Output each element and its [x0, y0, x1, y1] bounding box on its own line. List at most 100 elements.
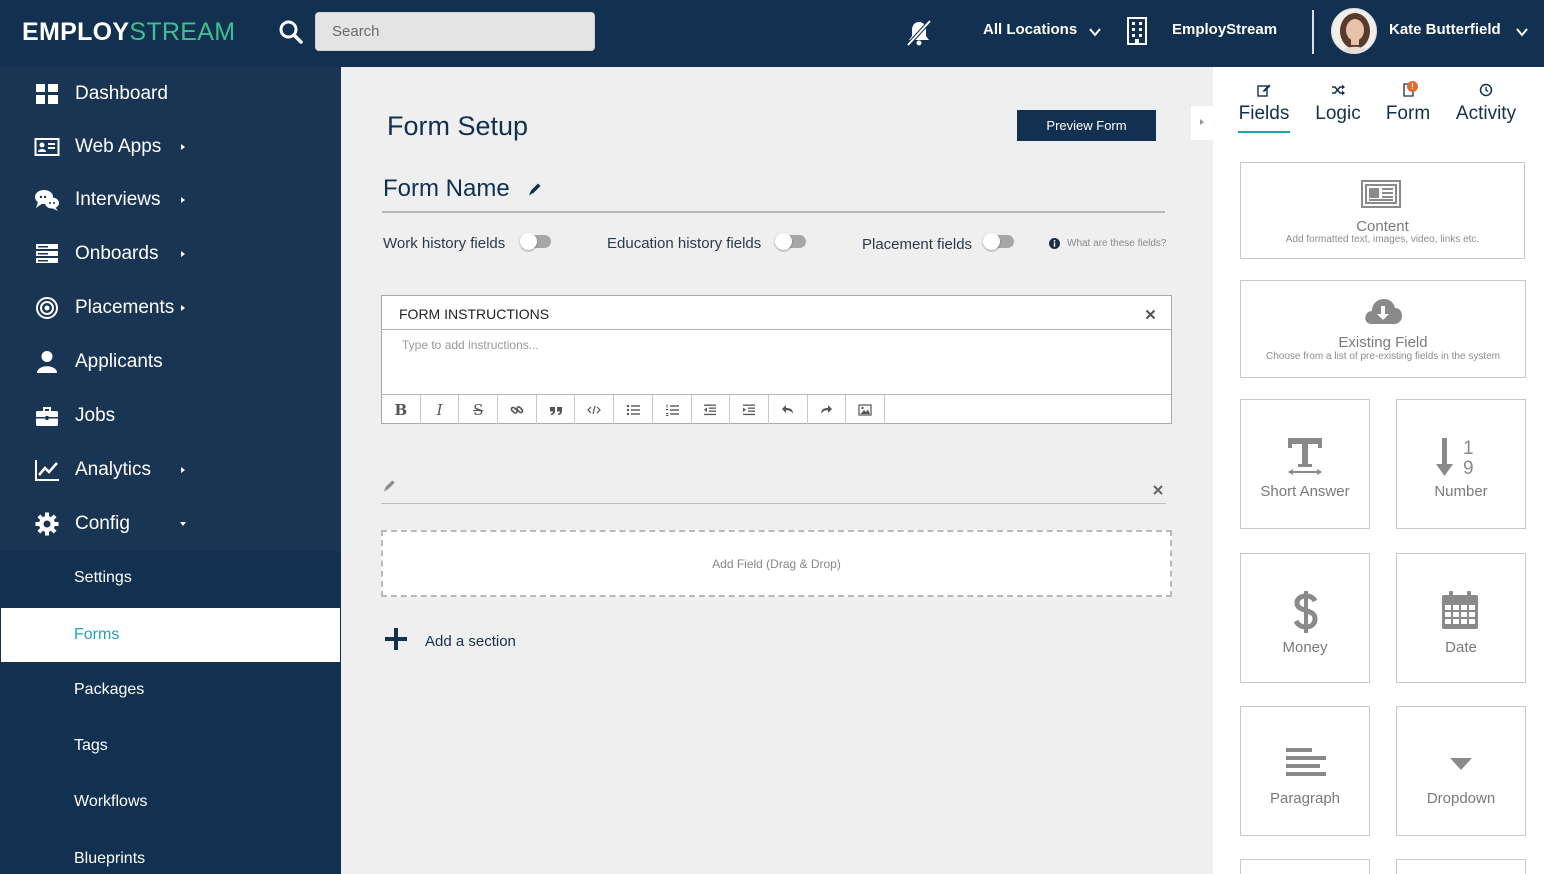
pencil-icon[interactable] — [527, 181, 543, 197]
tab-form[interactable]: ! Form — [1385, 81, 1431, 125]
image-icon — [858, 403, 872, 416]
quote-icon — [549, 406, 562, 415]
field-card-paragraph[interactable]: Paragraph — [1240, 706, 1370, 836]
search-icon[interactable] — [278, 19, 304, 45]
header-divider — [1312, 10, 1314, 54]
sidebar-item-jobs[interactable]: Jobs — [0, 389, 341, 443]
close-icon[interactable] — [1145, 309, 1156, 320]
sidebar-subitem-label: Blueprints — [74, 850, 146, 867]
field-card-dropdown[interactable]: Dropdown — [1396, 706, 1526, 836]
image-button[interactable] — [846, 395, 885, 424]
indent-icon — [743, 404, 756, 415]
education-history-toggle[interactable] — [775, 233, 806, 250]
quote-button[interactable] — [537, 395, 576, 424]
sidebar-subitem-settings[interactable]: Settings — [0, 551, 341, 605]
field-card-partial[interactable] — [1240, 859, 1370, 874]
sidebar-subitem-blueprints[interactable]: Blueprints — [0, 832, 341, 874]
field-card-name: Number — [1434, 483, 1488, 500]
preview-form-button[interactable]: Preview Form — [1017, 110, 1156, 141]
user-name[interactable]: Kate Butterfield — [1389, 21, 1501, 38]
field-card-number[interactable]: 1 9 Number — [1396, 399, 1526, 529]
info-icon[interactable] — [1049, 238, 1060, 249]
locations-selector[interactable]: All Locations — [983, 21, 1077, 38]
link-button[interactable] — [498, 395, 537, 424]
instructions-textarea[interactable]: Type to add instructions... — [402, 338, 539, 352]
tab-logic[interactable]: Logic — [1314, 83, 1362, 125]
close-icon[interactable] — [1153, 485, 1163, 495]
text-height-icon — [1288, 438, 1322, 475]
sidebar-item-config[interactable]: Config — [0, 497, 341, 551]
sidebar-item-analytics[interactable]: Analytics — [0, 443, 341, 497]
undo-button[interactable] — [769, 395, 808, 424]
field-card-money[interactable]: Money — [1240, 553, 1370, 683]
notifications-muted-icon[interactable] — [903, 17, 935, 49]
strikethrough-button[interactable]: S — [459, 395, 499, 424]
sidebar-subitem-workflows[interactable]: Workflows — [0, 775, 341, 829]
form-name-title[interactable]: Form Name — [383, 175, 510, 203]
field-card-description: Add formatted text, images, video, links… — [1285, 234, 1480, 245]
work-history-toggle[interactable] — [520, 233, 551, 250]
link-icon — [510, 405, 524, 414]
code-button[interactable] — [575, 395, 615, 424]
sidebar-subitem-packages[interactable]: Packages — [0, 663, 341, 717]
sidebar-subitem-tags[interactable]: Tags — [0, 719, 341, 773]
field-card-partial[interactable] — [1396, 859, 1526, 874]
sidebar-item-label: Jobs — [75, 405, 116, 426]
field-card-short-answer[interactable]: Short Answer — [1240, 399, 1370, 529]
caret-right-icon — [181, 197, 185, 203]
tab-activity[interactable]: Activity — [1454, 83, 1518, 125]
pencil-icon[interactable] — [382, 478, 397, 493]
sidebar-item-label: Applicants — [75, 351, 163, 372]
numbered-list-icon — [665, 404, 679, 416]
field-card-name: Short Answer — [1260, 483, 1350, 500]
field-card-content[interactable]: Content Add formatted text, images, vide… — [1240, 162, 1525, 259]
newspaper-icon — [1361, 180, 1401, 208]
tab-fields[interactable]: Fields — [1238, 83, 1290, 133]
italic-button[interactable]: I — [421, 395, 460, 424]
shuffle-icon — [1332, 84, 1345, 96]
sidebar-item-onboards[interactable]: Onboards — [0, 227, 341, 281]
sidebar-subitem-forms[interactable]: Forms — [1, 608, 340, 662]
plus-icon[interactable] — [385, 628, 407, 650]
field-card-existing-field[interactable]: Existing Field Choose from a list of pre… — [1240, 280, 1526, 378]
avatar[interactable] — [1331, 8, 1377, 54]
sidebar-item-dashboard[interactable]: Dashboard — [0, 67, 341, 121]
line-chart-icon — [35, 460, 59, 481]
placement-fields-toggle[interactable] — [983, 233, 1014, 250]
bold-icon: B — [394, 400, 408, 419]
bulleted-list-button[interactable] — [614, 395, 653, 424]
sidebar-item-label: Web Apps — [75, 136, 162, 157]
briefcase-icon — [36, 407, 58, 426]
placement-fields-label: Placement fields — [862, 236, 973, 253]
sidebar-item-interviews[interactable]: Interviews — [0, 173, 341, 227]
dashboard-icon — [36, 84, 58, 104]
outdent-button[interactable] — [692, 395, 731, 424]
add-field-dropzone[interactable]: Add Field (Drag & Drop) — [381, 530, 1172, 597]
company-name[interactable]: EmployStream — [1172, 21, 1277, 38]
sidebar-item-applicants[interactable]: Applicants — [0, 335, 341, 389]
numbered-list-button[interactable] — [653, 395, 692, 424]
clock-icon — [1479, 83, 1493, 97]
sidebar-item-web-apps[interactable]: Web Apps — [0, 120, 341, 174]
redo-icon — [821, 404, 833, 414]
top-bar: EMPLOYSTREAM All Locations EmployStream — [0, 0, 1544, 67]
caret-right-icon — [181, 467, 185, 473]
field-card-name: Paragraph — [1269, 790, 1341, 807]
search-input[interactable] — [315, 12, 595, 51]
bold-button[interactable]: B — [382, 395, 421, 424]
chevron-down-icon[interactable] — [1514, 24, 1530, 40]
app-logo[interactable]: EMPLOY STREAM — [22, 18, 235, 47]
sidebar: Dashboard Web Apps Interviews Onboards P… — [0, 67, 341, 874]
chevron-down-icon[interactable] — [1087, 24, 1103, 40]
collapse-panel-button[interactable] — [1191, 106, 1213, 140]
redo-button[interactable] — [808, 395, 847, 424]
add-section-link[interactable]: Add a section — [425, 633, 516, 650]
indent-button[interactable] — [730, 395, 769, 424]
field-card-date[interactable]: Date — [1396, 553, 1526, 683]
what-are-these-fields-link[interactable]: What are these fields? — [1067, 238, 1167, 249]
sidebar-subitem-label: Workflows — [74, 793, 148, 810]
calendar-icon — [1442, 591, 1478, 629]
caret-right-icon — [181, 305, 185, 311]
align-left-icon — [1286, 748, 1326, 776]
sidebar-item-placements[interactable]: Placements — [0, 281, 341, 335]
